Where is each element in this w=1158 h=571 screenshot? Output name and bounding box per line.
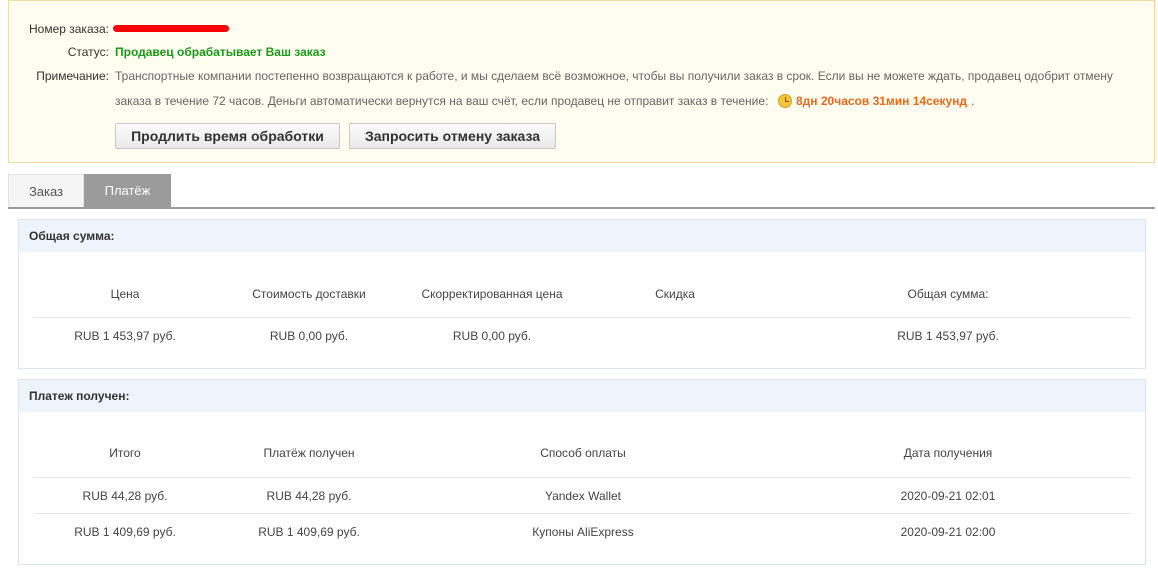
payment-row-2-method: Купоны AliExpress bbox=[532, 525, 634, 539]
request-cancel-button[interactable]: Запросить отмену заказа bbox=[349, 123, 556, 149]
note-label: Примечание: bbox=[36, 69, 109, 83]
payment-row-1-received: RUB 44,28 руб. bbox=[266, 489, 352, 503]
payment-divider bbox=[33, 477, 1131, 478]
payment-row-1-date: 2020-09-21 02:01 bbox=[900, 489, 996, 503]
total-header-discount: Скидка bbox=[655, 287, 695, 301]
countdown-suffix: . bbox=[971, 94, 975, 108]
total-header-adjusted: Скорректированная цена bbox=[421, 287, 563, 301]
total-value-price: RUB 1 453,97 руб. bbox=[74, 329, 176, 343]
total-header-sum: Общая сумма: bbox=[907, 287, 989, 301]
payment-row-1-total: RUB 44,28 руб. bbox=[82, 489, 168, 503]
note-text-line1: Транспортные компании постепенно возвращ… bbox=[115, 69, 1113, 83]
total-divider bbox=[33, 317, 1131, 318]
total-value-sum: RUB 1 453,97 руб. bbox=[897, 329, 999, 343]
total-panel: Общая сумма: Цена Стоимость доставки Ско… bbox=[18, 219, 1146, 369]
total-header-shipping: Стоимость доставки bbox=[252, 287, 366, 301]
tab-payment[interactable]: Платёж bbox=[84, 174, 171, 208]
order-number-label: Номер заказа: bbox=[28, 22, 109, 36]
payment-header-date: Дата получения bbox=[903, 446, 993, 460]
payment-header-total: Итого bbox=[109, 446, 141, 460]
payment-row-divider bbox=[33, 513, 1131, 514]
payment-header-received: Платёж получен bbox=[263, 446, 355, 460]
total-value-adjusted: RUB 0,00 руб. bbox=[452, 329, 532, 343]
tab-order[interactable]: Заказ bbox=[8, 174, 84, 208]
order-info-box: Номер заказа: Статус: Продавец обрабатыв… bbox=[8, 0, 1155, 163]
status-label: Статус: bbox=[67, 45, 109, 59]
total-value-shipping: RUB 0,00 руб. bbox=[269, 329, 349, 343]
clock-icon bbox=[778, 94, 792, 108]
payment-panel: Платеж получен: Итого Платёж получен Спо… bbox=[18, 379, 1146, 565]
countdown-timer: 8дн 20часов 31мин 14секунд bbox=[796, 94, 967, 108]
payment-row-2-date: 2020-09-21 02:00 bbox=[900, 525, 996, 539]
redaction-mark bbox=[113, 25, 229, 32]
payment-row-2-total: RUB 1 409,69 руб. bbox=[74, 525, 176, 539]
payment-panel-title: Платеж получен: bbox=[19, 380, 1145, 412]
extend-processing-button[interactable]: Продлить время обработки bbox=[115, 123, 340, 149]
note-text-line2: заказа в течение 72 часов. Деньги автома… bbox=[115, 94, 769, 108]
payment-header-method: Способ оплаты bbox=[540, 446, 626, 460]
total-header-price: Цена bbox=[110, 287, 140, 301]
total-panel-title: Общая сумма: bbox=[19, 220, 1145, 252]
payment-row-1-method: Yandex Wallet bbox=[544, 489, 622, 503]
payment-row-2-received: RUB 1 409,69 руб. bbox=[258, 525, 360, 539]
tab-underline bbox=[8, 207, 1155, 209]
status-value: Продавец обрабатывает Ваш заказ bbox=[115, 45, 326, 59]
